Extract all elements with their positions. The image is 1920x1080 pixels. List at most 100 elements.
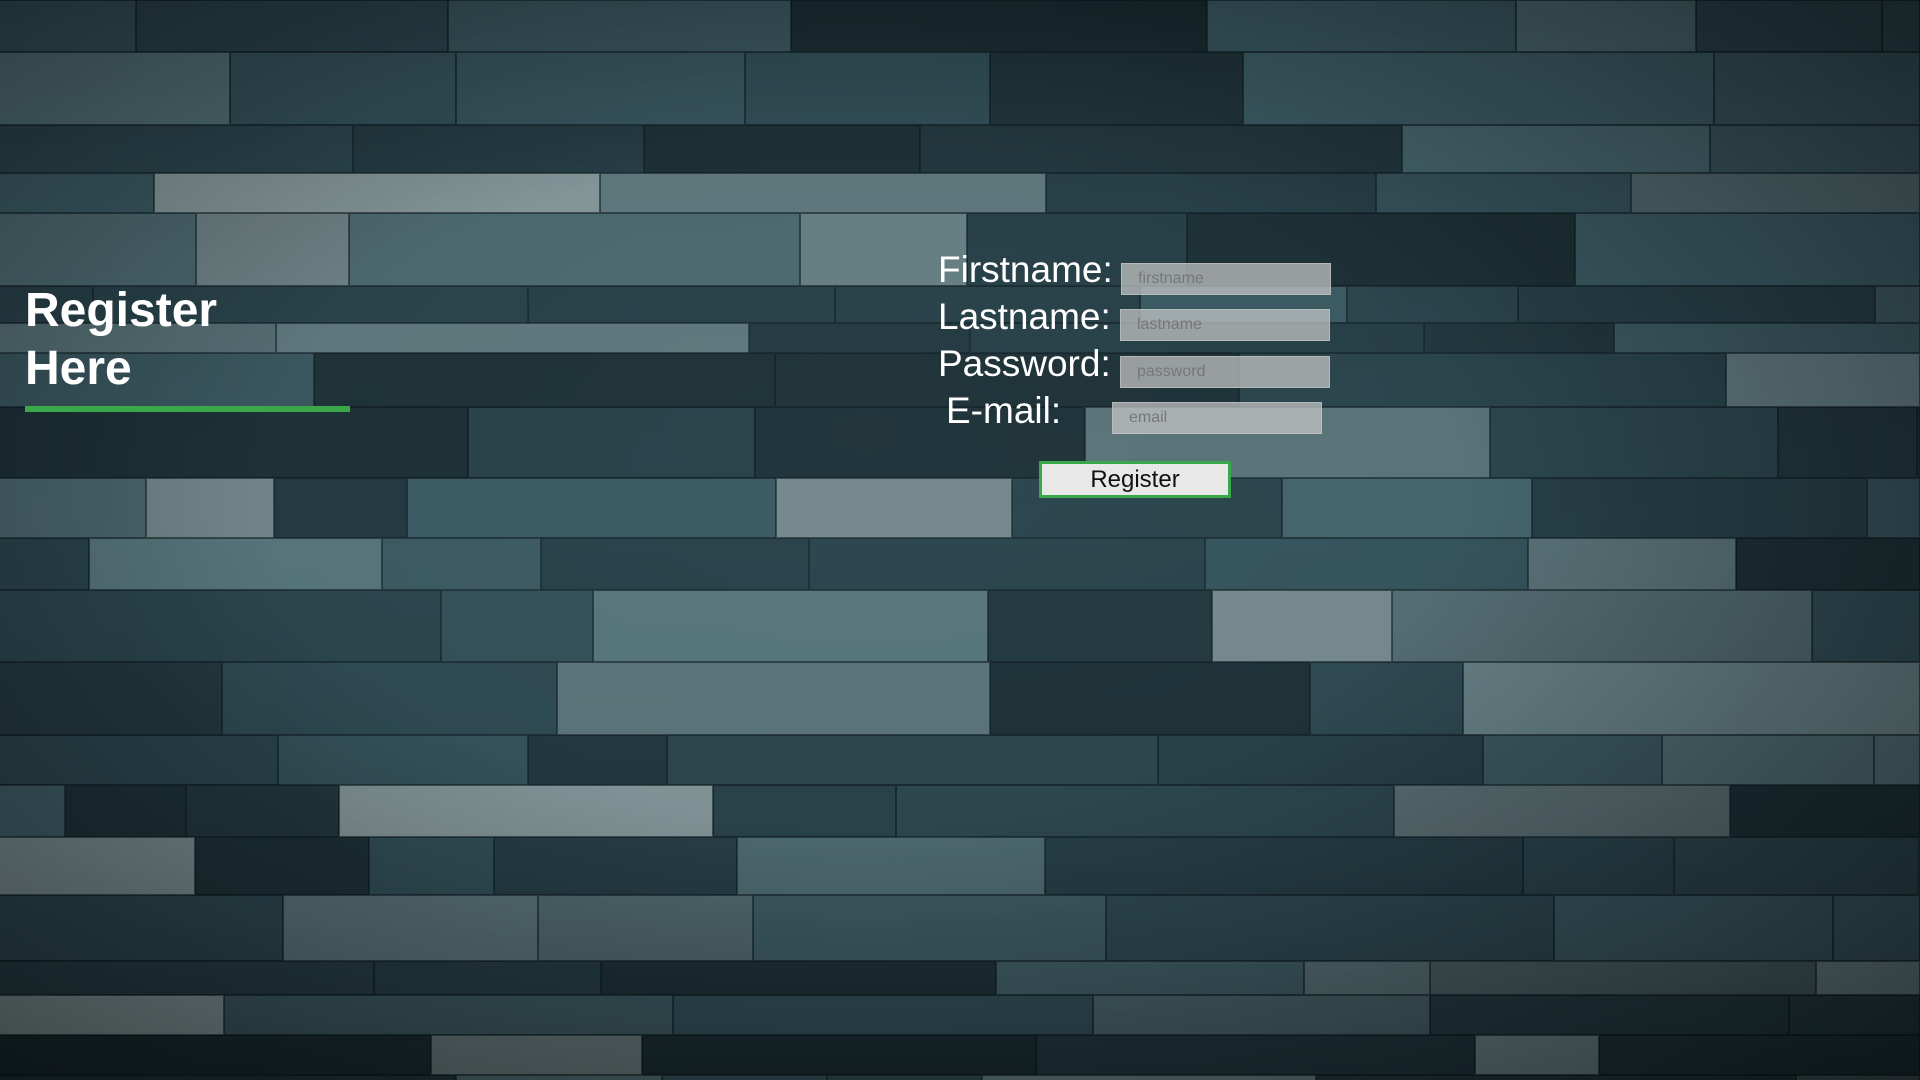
- wall-stone: [1662, 735, 1874, 785]
- wall-stone: [988, 590, 1212, 662]
- wall-stone: [1424, 323, 1614, 353]
- wall-stone: [195, 837, 369, 895]
- wall-stone: [468, 407, 755, 478]
- wall-stone: [528, 735, 667, 785]
- wall-stone: [1796, 1075, 1920, 1080]
- wall-stone: [1710, 125, 1920, 173]
- wall-stone: [557, 662, 990, 735]
- wall-stone: [1316, 1075, 1796, 1080]
- wall-stone: [0, 52, 230, 125]
- wall-stone: [667, 735, 1158, 785]
- wall-stone: [0, 895, 283, 961]
- wall-stone: [0, 1035, 431, 1075]
- wall-stone: [1674, 837, 1919, 895]
- page-heading: Register Here: [25, 282, 355, 412]
- wall-stone: [1392, 590, 1812, 662]
- wall-stone: [1726, 353, 1920, 407]
- wall-stone: [827, 1075, 982, 1080]
- wall-stone: [1631, 173, 1920, 213]
- wall-stone: [224, 995, 673, 1035]
- wall-stone: [1874, 735, 1920, 785]
- wall-stone: [791, 0, 1207, 52]
- wall-stone: [0, 995, 224, 1035]
- wall-stone: [369, 837, 494, 895]
- wall-stone: [349, 213, 800, 286]
- wall-stone: [538, 895, 753, 961]
- wall-stone: [713, 785, 896, 837]
- wall-stone: [1778, 407, 1917, 478]
- wall-stone: [374, 961, 601, 995]
- wall-stone: [0, 735, 278, 785]
- wall-stone: [1875, 286, 1920, 323]
- wall-stone: [737, 837, 1045, 895]
- wall-stone: [1036, 1035, 1475, 1075]
- wall-stone: [1243, 52, 1714, 125]
- wall-stone: [1212, 590, 1392, 662]
- wall-stone: [990, 662, 1310, 735]
- wall-stone: [749, 323, 970, 353]
- wall-stone: [593, 590, 988, 662]
- firstname-label: Firstname:: [938, 249, 1113, 290]
- wall-stone: [339, 785, 713, 837]
- wall-stone: [745, 52, 990, 125]
- wall-stone: [642, 1035, 1036, 1075]
- wall-stone: [0, 837, 195, 895]
- wall-stone: [314, 353, 775, 407]
- wall-stone: [982, 1075, 1316, 1080]
- wall-stone: [0, 961, 374, 995]
- register-button[interactable]: Register: [1039, 461, 1231, 498]
- wall-stone: [146, 478, 274, 538]
- wall-stone: [136, 0, 448, 52]
- page-title-line-2: Here: [25, 342, 132, 395]
- lastname-label: Lastname:: [938, 296, 1111, 337]
- wall-stone: [154, 173, 600, 213]
- wall-stone: [1093, 995, 1430, 1035]
- wall-stone: [1106, 895, 1554, 961]
- wall-stone: [0, 478, 146, 538]
- page-title: Register Here: [25, 282, 355, 398]
- wall-stone: [776, 478, 1012, 538]
- wall-stone: [353, 125, 644, 173]
- wall-stone: [1475, 1035, 1599, 1075]
- email-label: E-mail:: [946, 390, 1062, 431]
- wall-stone: [1158, 735, 1483, 785]
- lastname-input[interactable]: [1120, 309, 1330, 341]
- wall-stone: [278, 735, 528, 785]
- wall-stone: [1310, 662, 1463, 735]
- wall-stone: [274, 478, 407, 538]
- wall-stone: [1730, 785, 1920, 837]
- wall-stone: [1430, 961, 1816, 995]
- stone-wall-background: [0, 0, 1920, 1080]
- heading-underline: [25, 406, 350, 412]
- wall-stone: [1575, 213, 1920, 286]
- wall-stone: [0, 173, 154, 213]
- wall-stone: [996, 961, 1304, 995]
- wall-stone: [541, 538, 809, 590]
- wall-stone: [1347, 286, 1518, 323]
- wall-stone: [1304, 961, 1430, 995]
- wall-stone: [441, 590, 593, 662]
- password-input[interactable]: [1120, 356, 1330, 388]
- wall-stone: [1463, 662, 1920, 735]
- wall-stone: [89, 538, 382, 590]
- wall-stone: [1402, 125, 1710, 173]
- wall-stone: [1528, 538, 1736, 590]
- wall-stone: [1812, 590, 1920, 662]
- wall-stone: [0, 538, 89, 590]
- wall-stone: [0, 407, 468, 478]
- wall-stone: [990, 52, 1243, 125]
- wall-stone: [0, 213, 196, 286]
- wall-stone: [1207, 0, 1516, 52]
- wall-stone: [1833, 895, 1920, 961]
- register-page: Register Here Firstname: Lastname: Passw…: [0, 0, 1920, 1080]
- firstname-input[interactable]: [1121, 263, 1331, 295]
- wall-stone: [1532, 478, 1867, 538]
- wall-stone: [1490, 407, 1778, 478]
- wall-stone: [1045, 837, 1523, 895]
- email-input[interactable]: [1112, 402, 1322, 434]
- wall-stone: [230, 52, 456, 125]
- wall-stone: [448, 0, 791, 52]
- wall-stone: [0, 590, 441, 662]
- wall-stone: [1867, 478, 1920, 538]
- wall-stone: [0, 125, 353, 173]
